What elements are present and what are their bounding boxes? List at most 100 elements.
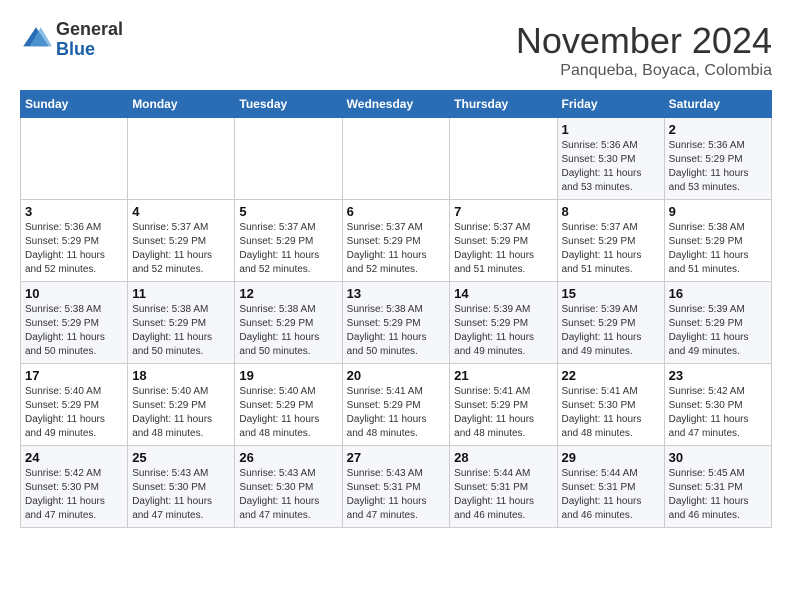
calendar-cell: 19 Sunrise: 5:40 AM Sunset: 5:29 PM Dayli… [235,364,342,446]
calendar-week-1: 1 Sunrise: 5:36 AM Sunset: 5:30 PM Daylig… [21,118,772,200]
day-info: Sunrise: 5:38 AM Sunset: 5:29 PM Dayligh… [239,303,337,359]
day-info: Sunrise: 5:41 AM Sunset: 5:30 PM Dayligh… [562,385,660,441]
weekday-thursday: Thursday [450,91,557,118]
day-info: Sunrise: 5:38 AM Sunset: 5:29 PM Dayligh… [669,221,767,277]
day-info: Sunrise: 5:43 AM Sunset: 5:30 PM Dayligh… [132,467,230,523]
calendar-cell: 10 Sunrise: 5:38 AM Sunset: 5:29 PM Dayli… [21,282,128,364]
calendar-cell: 16Sunrise: 5:39 AM Sunset: 5:29 PM Dayli… [664,282,771,364]
calendar-cell [235,118,342,200]
day-number: 23 [669,368,767,383]
logo-blue-text: Blue [56,40,123,60]
title-block: November 2024 Panqueba, Boyaca, Colombia [516,20,772,80]
day-info: Sunrise: 5:44 AM Sunset: 5:31 PM Dayligh… [454,467,552,523]
calendar-cell: 26 Sunrise: 5:43 AM Sunset: 5:30 PM Dayli… [235,446,342,528]
calendar-week-4: 17Sunrise: 5:40 AM Sunset: 5:29 PM Dayli… [21,364,772,446]
day-number: 11 [132,286,230,301]
day-number: 19 [239,368,337,383]
day-number: 27 [347,450,446,465]
day-number: 29 [562,450,660,465]
day-info: Sunrise: 5:37 AM Sunset: 5:29 PM Dayligh… [347,221,446,277]
day-info: Sunrise: 5:40 AM Sunset: 5:29 PM Dayligh… [239,385,337,441]
day-number: 8 [562,204,660,219]
day-info: Sunrise: 5:44 AM Sunset: 5:31 PM Dayligh… [562,467,660,523]
day-info: Sunrise: 5:43 AM Sunset: 5:30 PM Dayligh… [239,467,337,523]
calendar-cell: 30 Sunrise: 5:45 AM Sunset: 5:31 PM Dayli… [664,446,771,528]
day-number: 6 [347,204,446,219]
calendar-cell: 20 Sunrise: 5:41 AM Sunset: 5:29 PM Dayli… [342,364,450,446]
calendar-cell: 17Sunrise: 5:40 AM Sunset: 5:29 PM Dayli… [21,364,128,446]
calendar-cell: 29 Sunrise: 5:44 AM Sunset: 5:31 PM Dayli… [557,446,664,528]
calendar-cell [128,118,235,200]
day-number: 24 [25,450,123,465]
day-number: 18 [132,368,230,383]
calendar-cell: 12 Sunrise: 5:38 AM Sunset: 5:29 PM Dayli… [235,282,342,364]
day-number: 22 [562,368,660,383]
day-number: 15 [562,286,660,301]
day-number: 28 [454,450,552,465]
day-info: Sunrise: 5:38 AM Sunset: 5:29 PM Dayligh… [132,303,230,359]
day-info: Sunrise: 5:39 AM Sunset: 5:29 PM Dayligh… [562,303,660,359]
weekday-monday: Monday [128,91,235,118]
weekday-tuesday: Tuesday [235,91,342,118]
day-number: 9 [669,204,767,219]
day-info: Sunrise: 5:39 AM Sunset: 5:29 PM Dayligh… [454,303,552,359]
calendar-cell: 3 Sunrise: 5:36 AM Sunset: 5:29 PM Daylig… [21,200,128,282]
day-number: 16 [669,286,767,301]
calendar-cell: 23 Sunrise: 5:42 AM Sunset: 5:30 PM Dayli… [664,364,771,446]
day-number: 14 [454,286,552,301]
page-header: General Blue November 2024 Panqueba, Boy… [20,20,772,80]
calendar-cell: 14 Sunrise: 5:39 AM Sunset: 5:29 PM Dayli… [450,282,557,364]
calendar-cell: 22 Sunrise: 5:41 AM Sunset: 5:30 PM Dayli… [557,364,664,446]
day-number: 30 [669,450,767,465]
calendar-cell [342,118,450,200]
day-number: 7 [454,204,552,219]
logo-icon [20,24,52,56]
calendar-cell: 21 Sunrise: 5:41 AM Sunset: 5:29 PM Dayli… [450,364,557,446]
calendar-cell: 8Sunrise: 5:37 AM Sunset: 5:29 PM Daylig… [557,200,664,282]
calendar-cell: 1 Sunrise: 5:36 AM Sunset: 5:30 PM Daylig… [557,118,664,200]
month-title: November 2024 [516,20,772,62]
calendar-cell: 4Sunrise: 5:37 AM Sunset: 5:29 PM Daylig… [128,200,235,282]
calendar-cell: 9 Sunrise: 5:38 AM Sunset: 5:29 PM Daylig… [664,200,771,282]
day-number: 3 [25,204,123,219]
calendar-cell: 28 Sunrise: 5:44 AM Sunset: 5:31 PM Dayli… [450,446,557,528]
day-number: 1 [562,122,660,137]
day-info: Sunrise: 5:38 AM Sunset: 5:29 PM Dayligh… [25,303,123,359]
logo: General Blue [20,20,123,60]
day-info: Sunrise: 5:37 AM Sunset: 5:29 PM Dayligh… [132,221,230,277]
day-info: Sunrise: 5:42 AM Sunset: 5:30 PM Dayligh… [669,385,767,441]
day-number: 12 [239,286,337,301]
day-info: Sunrise: 5:42 AM Sunset: 5:30 PM Dayligh… [25,467,123,523]
day-info: Sunrise: 5:36 AM Sunset: 5:29 PM Dayligh… [669,139,767,195]
day-info: Sunrise: 5:36 AM Sunset: 5:29 PM Dayligh… [25,221,123,277]
calendar-week-2: 3 Sunrise: 5:36 AM Sunset: 5:29 PM Daylig… [21,200,772,282]
logo-general-text: General [56,20,123,40]
day-number: 10 [25,286,123,301]
day-info: Sunrise: 5:38 AM Sunset: 5:29 PM Dayligh… [347,303,446,359]
weekday-friday: Friday [557,91,664,118]
day-number: 20 [347,368,446,383]
weekday-header-row: SundayMondayTuesdayWednesdayThursdayFrid… [21,91,772,118]
day-info: Sunrise: 5:41 AM Sunset: 5:29 PM Dayligh… [347,385,446,441]
day-number: 25 [132,450,230,465]
day-number: 21 [454,368,552,383]
calendar-cell: 18 Sunrise: 5:40 AM Sunset: 5:29 PM Dayli… [128,364,235,446]
day-info: Sunrise: 5:45 AM Sunset: 5:31 PM Dayligh… [669,467,767,523]
day-info: Sunrise: 5:40 AM Sunset: 5:29 PM Dayligh… [132,385,230,441]
weekday-saturday: Saturday [664,91,771,118]
day-number: 2 [669,122,767,137]
day-info: Sunrise: 5:41 AM Sunset: 5:29 PM Dayligh… [454,385,552,441]
weekday-sunday: Sunday [21,91,128,118]
calendar-body: 1 Sunrise: 5:36 AM Sunset: 5:30 PM Daylig… [21,118,772,528]
calendar-cell [450,118,557,200]
calendar-cell: 11 Sunrise: 5:38 AM Sunset: 5:29 PM Dayli… [128,282,235,364]
calendar-table: SundayMondayTuesdayWednesdayThursdayFrid… [20,90,772,528]
day-number: 5 [239,204,337,219]
day-number: 26 [239,450,337,465]
day-info: Sunrise: 5:36 AM Sunset: 5:30 PM Dayligh… [562,139,660,195]
calendar-week-5: 24 Sunrise: 5:42 AM Sunset: 5:30 PM Dayli… [21,446,772,528]
calendar-cell: 5Sunrise: 5:37 AM Sunset: 5:29 PM Daylig… [235,200,342,282]
calendar-cell: 2 Sunrise: 5:36 AM Sunset: 5:29 PM Daylig… [664,118,771,200]
calendar-cell: 6 Sunrise: 5:37 AM Sunset: 5:29 PM Daylig… [342,200,450,282]
calendar-cell: 13Sunrise: 5:38 AM Sunset: 5:29 PM Dayli… [342,282,450,364]
